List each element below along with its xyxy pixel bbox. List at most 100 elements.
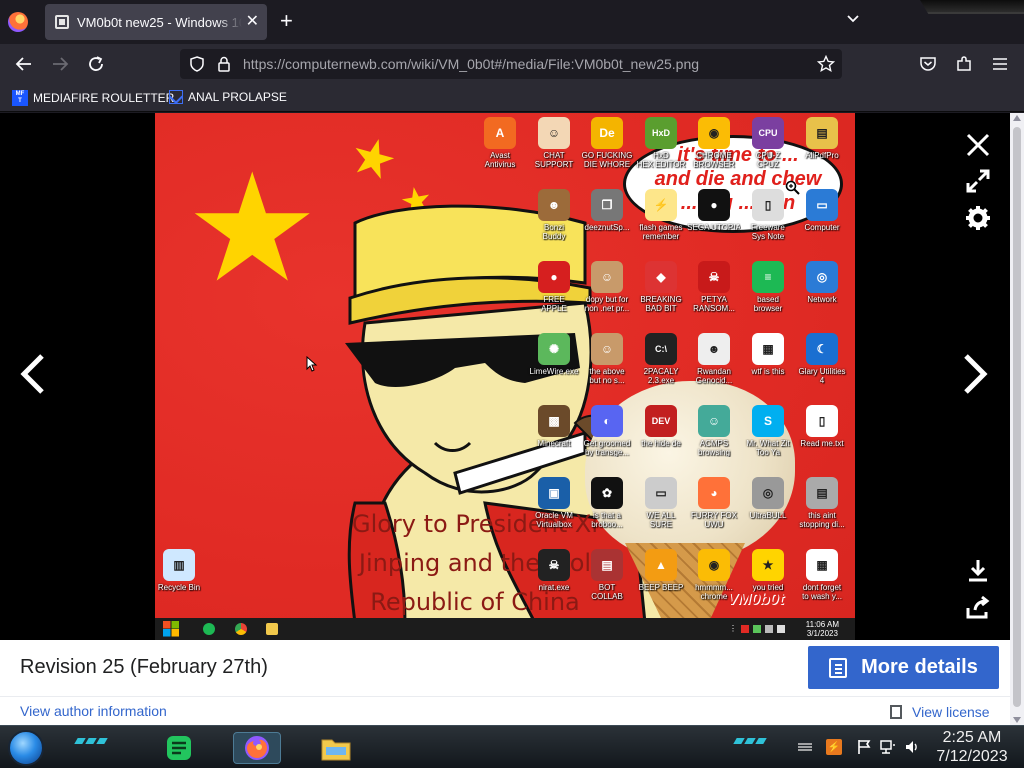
tray-volume-icon[interactable]: [777, 625, 785, 633]
pocket-button[interactable]: [916, 52, 940, 76]
desktop-icon[interactable]: ☺ dopy but for non .net pr...: [580, 261, 634, 313]
desktop-icon[interactable]: ◕ FURRY FOX UWU: [687, 477, 741, 529]
reload-button[interactable]: [84, 52, 108, 76]
back-button[interactable]: [12, 52, 36, 76]
view-author-link[interactable]: View author information: [20, 703, 167, 719]
desktop-icon[interactable]: ☠ PETYA RANSOM...: [687, 261, 741, 313]
desktop-icon[interactable]: ≡ based browser: [741, 261, 795, 313]
desktop-icon[interactable]: ● SEGA UTOPIA: [687, 189, 741, 232]
spotify-icon[interactable]: [203, 623, 215, 635]
desktop-app-icon: ▯: [806, 405, 838, 437]
desktop-icon[interactable]: ▤ this aint stopping di...: [795, 477, 849, 529]
desktop-icon[interactable]: ▣ Oracle VM Virtualbox: [527, 477, 581, 529]
guest-clock[interactable]: 11:06 AM 3/1/2023: [806, 620, 839, 638]
taskbar-file-explorer-app[interactable]: [312, 732, 360, 764]
desktop-icon[interactable]: S Mr. What Zit Too Ya: [741, 405, 795, 457]
action-center-flag-icon[interactable]: [856, 739, 872, 755]
tab-list-chevron-icon[interactable]: [846, 12, 860, 26]
desktop-icon[interactable]: ☺ CHAT SUPPORT: [527, 117, 581, 169]
tray-flag-icon[interactable]: [741, 625, 749, 633]
chrome-icon[interactable]: [235, 623, 247, 635]
desktop-icon[interactable]: ◎ UltraBULL: [741, 477, 795, 520]
desktop-icon[interactable]: ✿ is that a broboo...: [580, 477, 634, 529]
active-tab[interactable]: VM0b0t new25 - Windows 10 Di ✕: [45, 4, 267, 40]
desktop-icon[interactable]: ☻ Bonzi Buddy: [527, 189, 581, 241]
scroll-up-arrow-icon[interactable]: [1013, 115, 1021, 121]
desktop-icon[interactable]: ▤ BOT COLLAB: [580, 549, 634, 601]
previous-image-button[interactable]: [16, 352, 48, 405]
view-license-link[interactable]: View license: [890, 704, 990, 720]
volume-icon[interactable]: [904, 739, 920, 755]
menu-button[interactable]: [988, 52, 1012, 76]
desktop-icon[interactable]: ● FREE APPLE: [527, 261, 581, 313]
desktop-icon[interactable]: ◎ Network: [795, 261, 849, 304]
desktop-icon-label: the above but no s...: [589, 367, 625, 385]
start-orb-button[interactable]: [8, 730, 44, 766]
tab-close-icon[interactable]: ✕: [246, 12, 259, 32]
fullscreen-button[interactable]: [964, 167, 992, 200]
windows-start-icon[interactable]: [163, 621, 179, 637]
media-image[interactable]: ★ ★ ★ Glory to President Xi Jinping and …: [155, 113, 855, 640]
desktop-icon[interactable]: ▦ wtf is this: [741, 333, 795, 376]
desktop-icon[interactable]: C:\ 2PACALY 2.3.exe: [634, 333, 688, 385]
desktop-icon[interactable]: DEV the hide de: [634, 405, 688, 448]
shield-icon[interactable]: [189, 56, 205, 72]
desktop-icon[interactable]: ▦ dont forget to wash y...: [795, 549, 849, 601]
lock-icon[interactable]: [217, 56, 231, 72]
tray-app-icon[interactable]: ⚡: [826, 739, 842, 755]
host-clock[interactable]: 2:25 AM 7/12/2023: [930, 728, 1014, 766]
show-hidden-icons-icon[interactable]: [797, 739, 813, 755]
more-details-button[interactable]: More details: [808, 646, 999, 689]
desktop-icon[interactable]: ⚡ flash games remember: [634, 189, 688, 241]
settings-button[interactable]: [964, 204, 992, 237]
network-icon[interactable]: [880, 739, 896, 755]
close-viewer-button[interactable]: [964, 131, 992, 164]
share-button[interactable]: [964, 594, 992, 627]
extensions-button[interactable]: [952, 52, 976, 76]
desktop-icon[interactable]: ▭ Computer: [795, 189, 849, 232]
desktop-icon[interactable]: ▯ Freeware Sys Note: [741, 189, 795, 241]
tray-network-icon[interactable]: [753, 625, 761, 633]
desktop-icon[interactable]: ☾ Glary Utilities 4: [795, 333, 849, 385]
desktop-icon[interactable]: ◆ BREAKING BAD BIT: [634, 261, 688, 313]
url-bar[interactable]: https://computernewb.com/wiki/VM_0b0t#/m…: [180, 49, 842, 79]
desktop-icon[interactable]: ▥ Recycle Bin: [155, 549, 206, 592]
desktop-icon[interactable]: ◐ Get groomed by transge...: [580, 405, 634, 457]
desktop-icon-label: FREE APPLE: [541, 295, 567, 313]
file-explorer-icon[interactable]: [266, 623, 278, 635]
desktop-icon[interactable]: ▲ BEEP BEEP: [634, 549, 688, 592]
firefox-logo-icon[interactable]: [8, 12, 28, 32]
taskbar-notes-app[interactable]: [155, 732, 203, 764]
desktop-icon[interactable]: ☺ ACMPS browsing: [687, 405, 741, 457]
next-image-button[interactable]: [960, 352, 992, 405]
bookmark-second[interactable]: ANAL PROLAPSE: [169, 90, 287, 104]
bookmark-star-icon[interactable]: [817, 55, 835, 73]
download-button[interactable]: [964, 557, 992, 590]
desktop-icon[interactable]: ☻ Rwandan Genocid...: [687, 333, 741, 385]
desktop-icon[interactable]: ☺ the above but no s...: [580, 333, 634, 385]
forward-button[interactable]: [48, 52, 72, 76]
desktop-icon[interactable]: ▤ AllPdfPro: [795, 117, 849, 160]
scroll-thumb[interactable]: [1013, 127, 1021, 707]
page-scrollbar[interactable]: [1010, 113, 1024, 725]
desktop-icon[interactable]: ▯ Read me.txt: [795, 405, 849, 448]
desktop-icon-label: LimeWire.exe: [529, 367, 579, 376]
desktop-icon[interactable]: ▩ Minecraft: [527, 405, 581, 448]
desktop-icon[interactable]: ❐ deeznutSp...: [580, 189, 634, 232]
desktop-icon[interactable]: ★ you tried: [741, 549, 795, 592]
bookmark-mediafire-rouletter[interactable]: MF T MEDIAFIRE ROULETTER: [12, 90, 174, 106]
desktop-icon[interactable]: De GO FUCKING DIE WHORE: [580, 117, 634, 169]
taskbar-firefox-app[interactable]: [233, 732, 281, 764]
desktop-icon[interactable]: CPU CPU-Z CPUZ: [741, 117, 795, 169]
desktop-icon[interactable]: ☠ nirat.exe: [527, 549, 581, 592]
desktop-icon[interactable]: ✺ LimeWire.exe: [527, 333, 581, 376]
desktop-icon[interactable]: ◉ CHROME BROWSER: [687, 117, 741, 169]
url-text[interactable]: https://computernewb.com/wiki/VM_0b0t#/m…: [243, 56, 699, 72]
desktop-icon[interactable]: A Avast Antivirus: [473, 117, 527, 169]
tray-monitor-icon[interactable]: [765, 625, 773, 633]
desktop-icon[interactable]: ▭ WE ALL SURE: [634, 477, 688, 529]
desktop-icon[interactable]: HxD HxD HEX EDITOR: [634, 117, 688, 169]
scroll-down-arrow-icon[interactable]: [1013, 717, 1021, 723]
tray-overflow-icon[interactable]: ⋮: [729, 625, 737, 633]
new-tab-button[interactable]: +: [280, 9, 293, 33]
